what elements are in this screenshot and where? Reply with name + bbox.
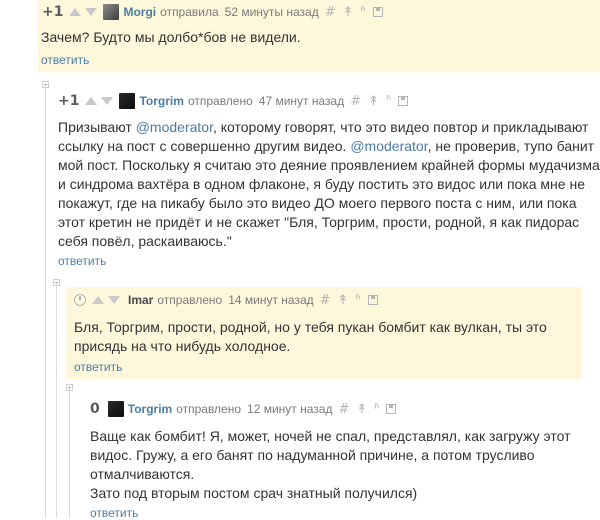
collapse-toggle[interactable]	[42, 81, 49, 88]
reply-link[interactable]: ответить	[74, 360, 122, 374]
username[interactable]: Morgi	[123, 5, 156, 19]
timestamp[interactable]: 52 минуты назад	[225, 5, 319, 19]
comment-text: Призывают @moderator, которому говорят, …	[58, 118, 600, 251]
downvote-icon[interactable]	[85, 8, 98, 16]
timestamp[interactable]: 47 минут назад	[259, 94, 344, 108]
timestamp[interactable]: 12 минут назад	[247, 402, 332, 416]
downvote-icon[interactable]	[101, 97, 114, 105]
avatar[interactable]	[103, 4, 120, 20]
branch-icon[interactable]: ʱ	[374, 402, 379, 417]
reply-link[interactable]: ответить	[58, 254, 106, 268]
save-icon[interactable]	[367, 295, 378, 305]
timestamp[interactable]: 14 минут назад	[228, 293, 313, 307]
comment: Imar отправлено 14 минут назад # ↟ ʱ Бля…	[66, 287, 582, 379]
downvote-icon[interactable]	[108, 296, 120, 304]
link-icon[interactable]: #	[350, 94, 361, 109]
pin-icon[interactable]: ↟	[356, 402, 367, 417]
rating: +1	[42, 4, 64, 20]
action-text: отправлено	[176, 402, 242, 416]
username[interactable]: Imar	[128, 293, 153, 307]
comment-text: Зачем? Будто мы долбо*бов не видели.	[41, 29, 301, 45]
rating: +1	[58, 93, 80, 109]
comment-text-part: , не проверив, тупо банит мой пост. Поск…	[58, 138, 600, 249]
branch-icon[interactable]: ʱ	[361, 5, 366, 20]
link-icon[interactable]: #	[320, 293, 331, 308]
username[interactable]: Torgrim	[128, 402, 172, 416]
comment-text-part: Призывают	[58, 119, 136, 135]
comment-text: Бля, Торгрим, прости, родной, но у тебя …	[74, 319, 547, 354]
comment: +1 Torgrim отправлено 47 минут назад # ↟…	[52, 88, 600, 268]
branch-icon[interactable]: ʱ	[355, 293, 360, 308]
upvote-icon[interactable]	[85, 97, 98, 105]
username[interactable]: Torgrim	[139, 94, 183, 108]
comment: +1 Morgi отправила 52 минуты назад # ↟ ʱ…	[38, 0, 600, 72]
user-mention[interactable]: @moderator	[350, 138, 427, 154]
pin-icon[interactable]: ↟	[338, 293, 349, 308]
thread-line	[45, 84, 46, 518]
pin-icon[interactable]: ↟	[368, 94, 379, 109]
action-text: отправила	[160, 5, 219, 19]
pin-icon[interactable]: ↟	[343, 5, 354, 20]
clock-icon	[74, 294, 86, 306]
action-text: отправлено	[157, 293, 223, 307]
thread-line	[69, 387, 70, 518]
thread-line	[56, 282, 57, 518]
save-icon[interactable]	[372, 7, 383, 17]
reply-link[interactable]: ответить	[41, 53, 89, 67]
save-icon[interactable]	[386, 404, 397, 414]
link-icon[interactable]: #	[325, 5, 336, 20]
save-icon[interactable]	[398, 96, 409, 106]
branch-icon[interactable]: ʱ	[386, 94, 391, 109]
avatar[interactable]	[119, 93, 136, 109]
collapse-toggle[interactable]	[53, 279, 60, 286]
action-text: отправлено	[187, 94, 253, 108]
upvote-icon[interactable]	[92, 296, 104, 304]
user-mention[interactable]: @moderator	[136, 119, 213, 135]
upvote-icon[interactable]	[69, 8, 82, 16]
avatar[interactable]	[107, 401, 124, 417]
comment: 0 Torgrim отправлено 12 минут назад # ↟ …	[80, 396, 600, 520]
comment-text: Ваще как бомбит! Я, может, ночей не спал…	[90, 428, 571, 501]
link-icon[interactable]: #	[338, 402, 349, 417]
rating: 0	[90, 401, 100, 417]
collapse-toggle[interactable]	[66, 384, 73, 391]
